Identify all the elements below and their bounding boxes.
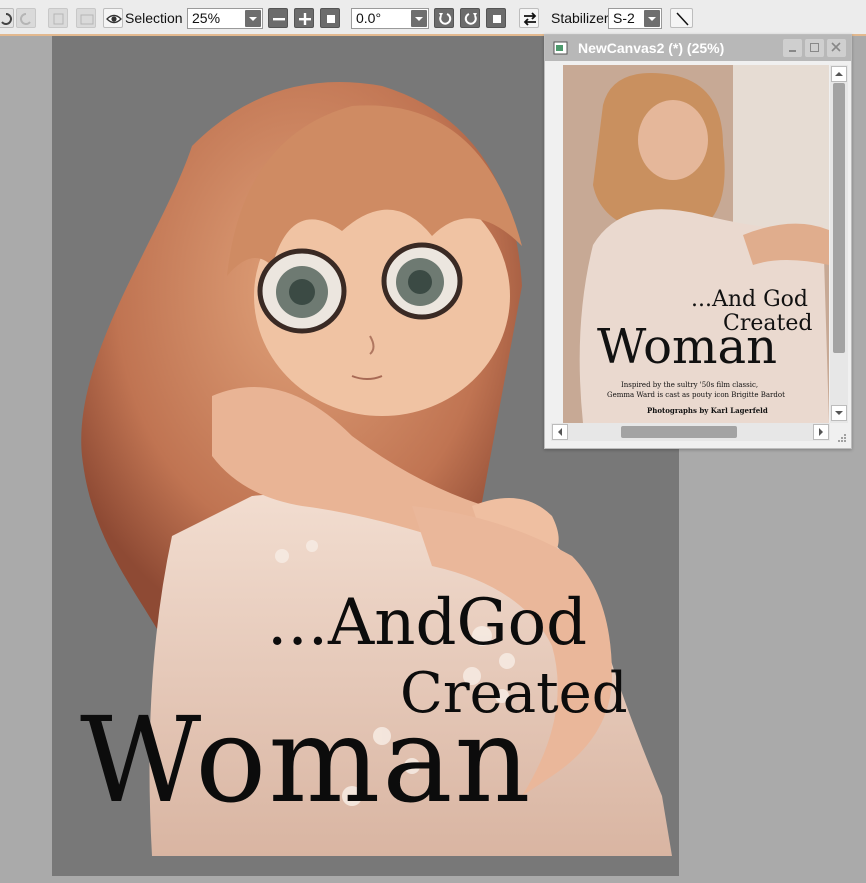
horizontal-scrollbar[interactable] — [551, 423, 830, 441]
canvas-title-line1: ...AndGod — [267, 586, 588, 660]
chevron-left-icon — [558, 428, 562, 436]
undo-icon — [1, 13, 12, 25]
square-icon — [493, 15, 501, 23]
minimize-icon — [789, 50, 796, 52]
canvas-document-icon — [553, 41, 568, 55]
scroll-up-button[interactable] — [831, 66, 847, 82]
square-icon — [327, 15, 335, 23]
vertical-scrollbar[interactable] — [830, 65, 848, 423]
scroll-right-button[interactable] — [813, 424, 829, 440]
close-button[interactable] — [827, 39, 846, 57]
magazine-line3: Woman — [597, 319, 778, 375]
selection-label: Selection — [125, 10, 183, 26]
close-icon — [831, 42, 841, 52]
rotation-value: 0.0° — [356, 10, 382, 26]
eye-icon — [106, 14, 122, 24]
chevron-right-icon — [819, 428, 823, 436]
stabilizer-value: S-2 — [613, 10, 635, 26]
magazine-credit: Photographs by Karl Lagerfeld — [647, 406, 768, 415]
chevron-down-icon — [648, 17, 656, 21]
canvas-title-line3: Woman — [80, 691, 533, 829]
vertical-scroll-thumb[interactable] — [833, 83, 845, 353]
canvas-subwindow[interactable]: NewCanvas2 (*) (25%) ...And God Created … — [544, 34, 852, 449]
stabilizer-combo[interactable]: S-2 — [608, 8, 662, 29]
maximize-icon — [810, 43, 819, 52]
copy-icon — [53, 13, 64, 25]
stabilizer-dropdown-arrow[interactable] — [644, 10, 660, 27]
rotation-reset-button[interactable] — [486, 8, 506, 28]
zoom-value: 25% — [192, 10, 221, 26]
flip-horizontal-button[interactable] — [519, 8, 539, 28]
zoom-reset-button[interactable] — [320, 8, 340, 28]
selection-visibility-button[interactable] — [103, 8, 123, 28]
scroll-down-button[interactable] — [831, 405, 847, 421]
zoom-in-button[interactable] — [294, 8, 314, 28]
magazine-caption2: Gemma Ward is cast as pouty icon Brigitt… — [607, 391, 785, 399]
scroll-left-button[interactable] — [552, 424, 568, 440]
diagonal-line-icon — [676, 12, 689, 26]
rotation-dropdown-arrow[interactable] — [411, 10, 427, 27]
subwindow-title: NewCanvas2 (*) (25%) — [578, 40, 725, 56]
zoom-combo[interactable]: 25% — [187, 8, 263, 29]
toolbar: Selection 25% 0.0° Stabilizer S-2 — [0, 0, 866, 36]
undo-button[interactable] — [0, 8, 14, 28]
plus-icon — [299, 13, 311, 25]
minus-icon — [273, 18, 285, 21]
redo-button[interactable] — [16, 8, 36, 28]
maximize-button[interactable] — [805, 39, 824, 57]
chevron-up-icon — [835, 72, 843, 76]
subwindow-titlebar[interactable]: NewCanvas2 (*) (25%) — [545, 35, 851, 61]
straight-line-button[interactable] — [670, 8, 693, 28]
rotate-right-button[interactable] — [460, 8, 480, 28]
rotate-left-icon — [439, 13, 452, 25]
copy-button[interactable] — [48, 8, 68, 28]
zoom-dropdown-arrow[interactable] — [245, 10, 261, 27]
chevron-down-icon — [415, 17, 423, 21]
rotation-combo[interactable]: 0.0° — [351, 8, 429, 29]
stabilizer-label: Stabilizer — [551, 10, 609, 26]
subwindow-canvas-view[interactable]: ...And God Created Woman Inspired by the… — [563, 65, 829, 423]
rotate-left-button[interactable] — [434, 8, 454, 28]
zoom-out-button[interactable] — [268, 8, 288, 28]
chevron-down-icon — [249, 17, 257, 21]
minimize-button[interactable] — [783, 39, 802, 57]
magazine-caption1: Inspired by the sultry '50s film classic… — [621, 381, 759, 389]
chevron-down-icon — [835, 411, 843, 415]
resize-grip-icon[interactable] — [837, 433, 847, 443]
horizontal-scroll-thumb[interactable] — [621, 426, 737, 438]
rotate-right-icon — [464, 13, 477, 25]
paste-icon — [80, 14, 94, 25]
redo-icon — [20, 13, 31, 25]
magazine-line1: ...And God — [691, 287, 809, 312]
paste-button[interactable] — [76, 8, 96, 28]
flip-arrows-icon — [523, 12, 537, 26]
